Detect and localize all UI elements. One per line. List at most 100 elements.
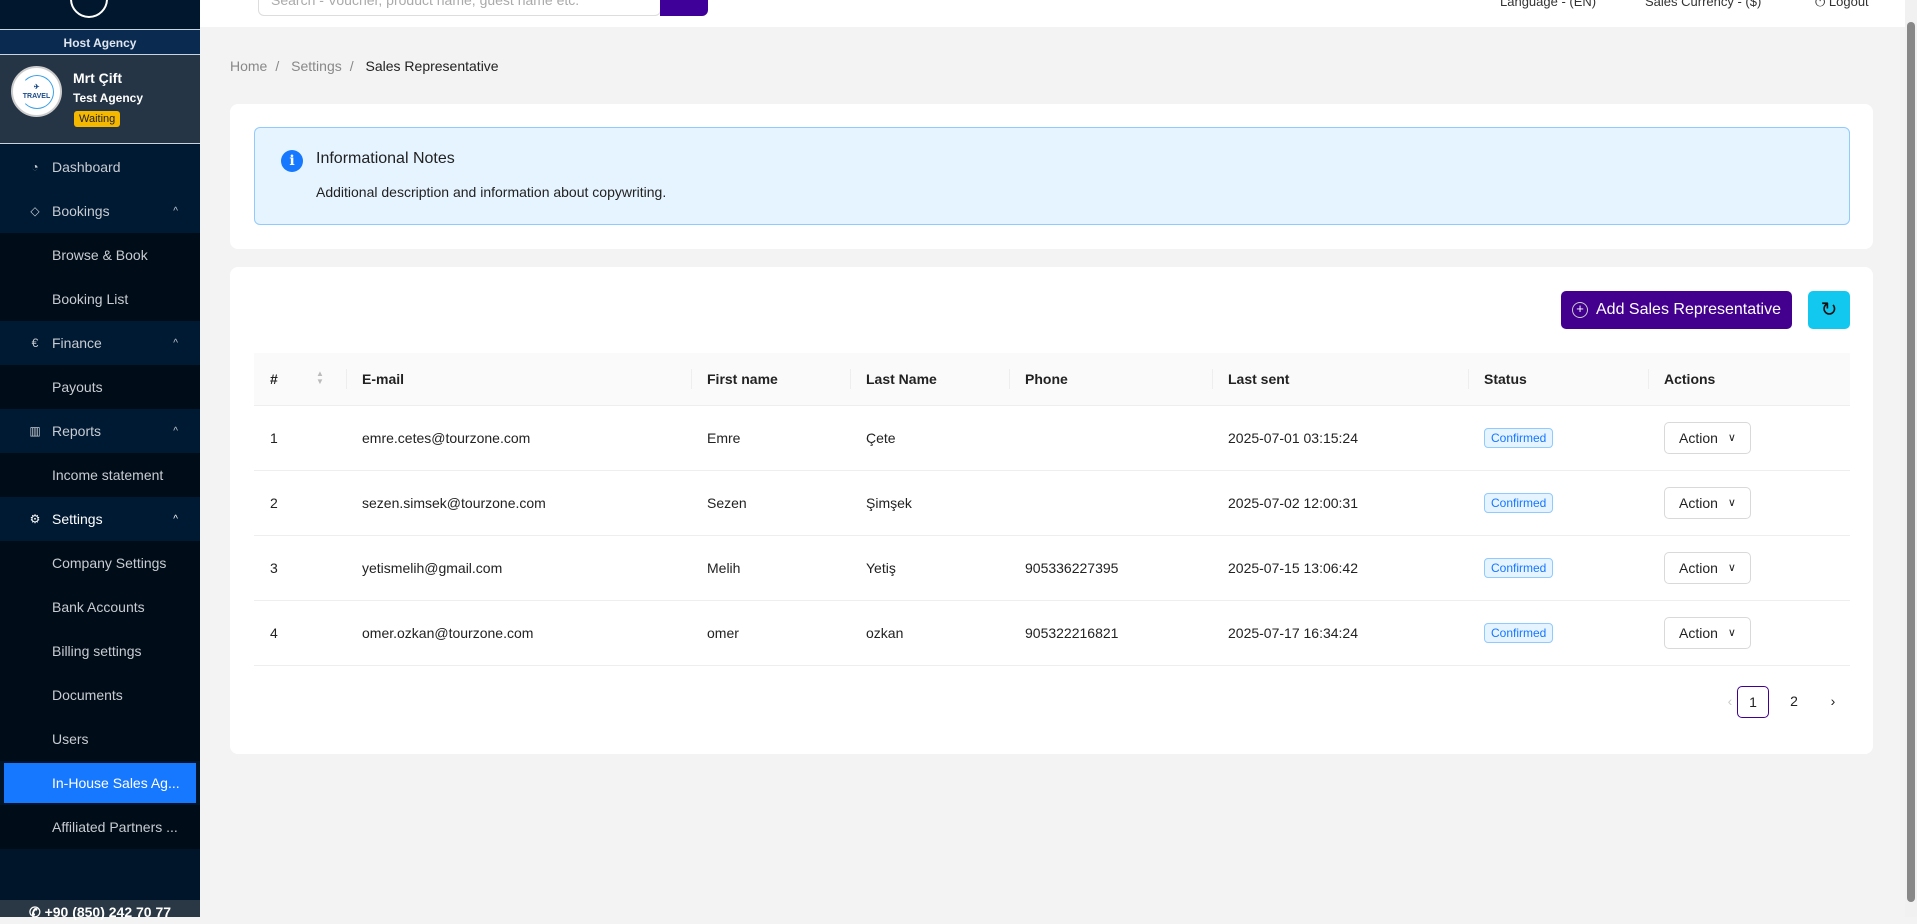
sales-rep-card: + Add Sales Representative ↻ # ▲ ▼ E-mail F… — [230, 267, 1873, 754]
currency-selector[interactable]: Sales Currency - ($) — [1645, 0, 1761, 9]
cell-first-name: Emre — [691, 405, 850, 471]
cell-number: 2 — [254, 470, 346, 536]
add-sales-representative-button[interactable]: + Add Sales Representative — [1561, 291, 1792, 329]
search-icon: ⌕ — [680, 0, 688, 3]
action-dropdown[interactable]: Action ∨ — [1664, 421, 1751, 454]
dashboard-icon: ◔ — [31, 160, 39, 174]
cell-email: yetismelih@gmail.com — [346, 535, 691, 601]
cell-status: Confirmed — [1468, 405, 1648, 471]
cell-status: Confirmed — [1468, 600, 1648, 666]
col-first-name: First name — [691, 353, 850, 406]
bar-chart-icon: ▥ — [29, 424, 41, 438]
info-card: i Informational Notes Additional descrip… — [230, 104, 1873, 249]
action-label: Action — [1679, 624, 1718, 641]
gear-icon: ⚙ — [29, 512, 41, 526]
support-phone[interactable]: ✆ +90 (850) 242 70 77 — [0, 900, 200, 920]
table-row: 1 emre.cetes@tourzone.com Emre Çete 2025… — [254, 405, 1850, 471]
power-icon: ⏻ — [1815, 0, 1829, 9]
sidebar: Host Agency ✈ TRAVEL Mrt Çift Test Agenc… — [0, 0, 200, 920]
cell-last-sent: 2025-07-15 13:06:42 — [1212, 535, 1468, 601]
refresh-button[interactable]: ↻ — [1808, 291, 1850, 329]
sales-rep-table: # ▲ ▼ E-mail First name Last Name Phone La… — [254, 353, 1850, 666]
search-button[interactable]: ⌕ — [660, 0, 708, 16]
euro-icon: € — [31, 336, 39, 350]
cell-status: Confirmed — [1468, 470, 1648, 536]
sidebar-item-dashboard[interactable]: ◔ Dashboard — [0, 145, 200, 189]
chevron-up-icon: ^ — [173, 425, 178, 437]
cell-actions: Action ∨ — [1648, 600, 1850, 666]
breadcrumb-current: Sales Representative — [365, 58, 499, 74]
scrollbar[interactable] — [1905, 0, 1917, 917]
action-dropdown[interactable]: Action ∨ — [1664, 486, 1751, 519]
sidebar-item-booking-list[interactable]: Booking List — [0, 277, 200, 321]
sidebar-item-bank-accounts[interactable]: Bank Accounts — [0, 585, 200, 629]
sidebar-item-affiliated-partners[interactable]: Affiliated Partners ... — [0, 805, 200, 849]
breadcrumb-home[interactable]: Home — [230, 58, 267, 74]
plus-circle-icon: + — [1572, 302, 1588, 318]
sidebar-item-label: Settings — [52, 511, 103, 527]
sort-icon[interactable]: ▲ ▼ — [316, 370, 324, 386]
cell-last-name: ozkan — [850, 600, 1009, 666]
sidebar-item-browse-book[interactable]: Browse & Book — [0, 233, 200, 277]
top-bar: Search - Voucher, product name, guest na… — [200, 0, 1905, 27]
col-email: E-mail — [346, 353, 691, 406]
phone-number: +90 (850) 242 70 77 — [44, 904, 172, 920]
host-agency-label: Host Agency — [0, 29, 200, 55]
action-dropdown[interactable]: Action ∨ — [1664, 551, 1751, 584]
cell-last-sent: 2025-07-02 12:00:31 — [1212, 470, 1468, 536]
col-number[interactable]: # ▲ ▼ — [254, 353, 346, 406]
sidebar-item-in-house-sales[interactable]: In-House Sales Ag... — [4, 763, 196, 803]
chevron-up-icon: ^ — [173, 205, 178, 217]
chevron-up-icon: ^ — [173, 337, 178, 349]
plane-icon: ✈ — [33, 83, 40, 91]
logo[interactable] — [0, 0, 200, 29]
action-label: Action — [1679, 494, 1718, 511]
pagination-next[interactable]: › — [1817, 686, 1849, 718]
info-description: Additional description and information a… — [316, 184, 667, 200]
cell-actions: Action ∨ — [1648, 470, 1850, 536]
table-row: 4 omer.ozkan@tourzone.com omer ozkan 905… — [254, 600, 1850, 666]
language-selector[interactable]: Language - (EN) — [1500, 0, 1596, 9]
pagination-page-1[interactable]: 1 — [1737, 686, 1769, 718]
breadcrumb-settings[interactable]: Settings — [291, 58, 342, 74]
add-button-label: Add Sales Representative — [1596, 301, 1781, 318]
cell-first-name: Melih — [691, 535, 850, 601]
sidebar-item-company-settings[interactable]: Company Settings — [0, 541, 200, 585]
cell-email: omer.ozkan@tourzone.com — [346, 600, 691, 666]
chevron-down-icon: ∨ — [1727, 497, 1736, 509]
search-input[interactable]: Search - Voucher, product name, guest na… — [258, 0, 661, 16]
sidebar-item-label: Reports — [52, 423, 102, 439]
pagination-page-2[interactable]: 2 — [1778, 686, 1810, 718]
cell-last-sent: 2025-07-01 03:15:24 — [1212, 405, 1468, 471]
sidebar-item-income-statement[interactable]: Income statement — [0, 453, 200, 497]
action-label: Action — [1679, 429, 1718, 446]
col-actions: Actions — [1648, 353, 1850, 406]
sidebar-item-label: Finance — [52, 335, 102, 351]
col-phone: Phone — [1009, 353, 1212, 406]
cell-email: sezen.simsek@tourzone.com — [346, 470, 691, 536]
cell-email: emre.cetes@tourzone.com — [346, 405, 691, 471]
cell-status: Confirmed — [1468, 535, 1648, 601]
sidebar-item-finance[interactable]: € Finance ^ — [0, 321, 200, 365]
cell-last-sent: 2025-07-17 16:34:24 — [1212, 600, 1468, 666]
logout-label: Logout — [1828, 0, 1869, 9]
col-status: Status — [1468, 353, 1648, 406]
sidebar-item-users[interactable]: Users — [0, 717, 200, 761]
action-dropdown[interactable]: Action ∨ — [1664, 616, 1751, 649]
cell-actions: Action ∨ — [1648, 405, 1850, 471]
info-title: Informational Notes — [316, 150, 455, 167]
chevron-down-icon: ∨ — [1727, 562, 1736, 574]
sidebar-item-bookings[interactable]: ◇ Bookings ^ — [0, 189, 200, 233]
avatar: ✈ TRAVEL — [11, 66, 62, 117]
sidebar-item-payouts[interactable]: Payouts — [0, 365, 200, 409]
sidebar-nav: ◔ Dashboard ◇ Bookings ^ Browse & Book Book… — [0, 145, 200, 849]
cell-number: 1 — [254, 405, 346, 471]
sidebar-item-reports[interactable]: ▥ Reports ^ — [0, 409, 200, 453]
sidebar-item-billing-settings[interactable]: Billing settings — [0, 629, 200, 673]
ticket-icon: ◇ — [30, 204, 40, 218]
logout-button[interactable]: ⏻ Logout — [1815, 0, 1869, 10]
sidebar-item-settings[interactable]: ⚙ Settings ^ — [0, 497, 200, 541]
sidebar-item-documents[interactable]: Documents — [0, 673, 200, 717]
table-header: # ▲ ▼ E-mail First name Last Name Phone La… — [254, 353, 1850, 406]
info-icon: i — [281, 150, 303, 172]
